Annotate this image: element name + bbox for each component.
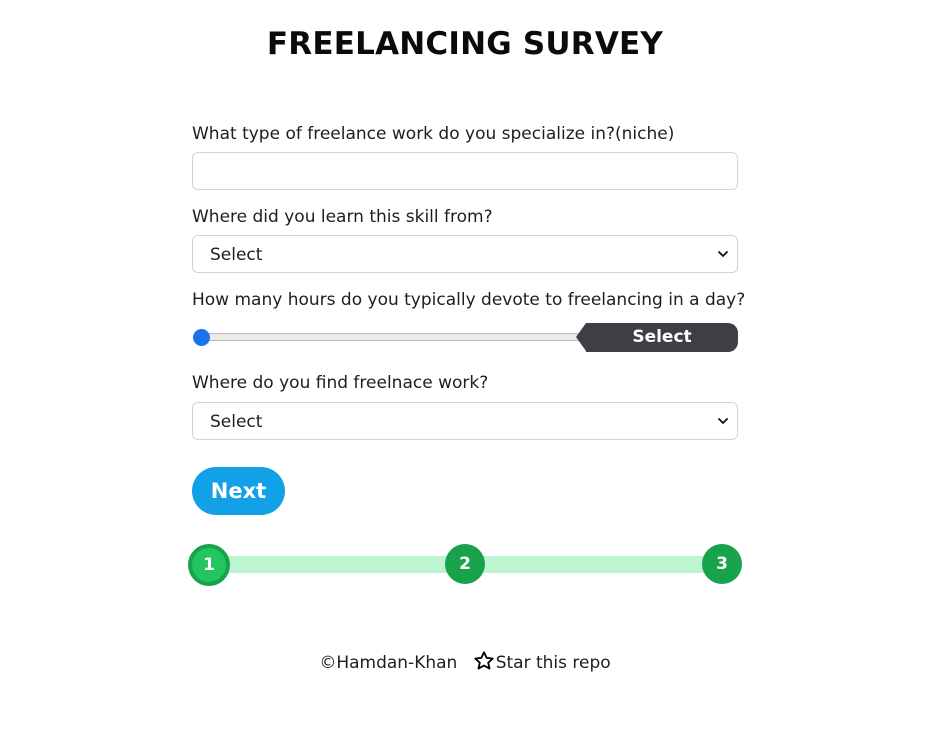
skill-source-selected-value: Select <box>210 245 263 265</box>
niche-input[interactable] <box>192 152 738 190</box>
q1-label: What type of freelance work do you speci… <box>192 124 675 144</box>
q4-label: Where do you find freelnace work? <box>192 373 489 393</box>
hours-slider-value-bubble: Select <box>576 323 738 352</box>
page-title: FREELANCING SURVEY <box>266 26 664 62</box>
work-source-selected-value: Select <box>210 412 263 432</box>
progress-step-1: 1 <box>188 544 230 586</box>
star-icon[interactable] <box>473 650 495 672</box>
progress-step-3: 3 <box>702 544 742 584</box>
work-source-select[interactable]: Select <box>192 402 738 440</box>
chevron-down-icon <box>718 418 728 424</box>
progress-step-2: 2 <box>445 544 485 584</box>
hours-slider-thumb[interactable] <box>193 329 210 346</box>
next-button[interactable]: Next <box>192 467 285 515</box>
q3-label: How many hours do you typically devote t… <box>192 290 746 310</box>
star-repo-link[interactable]: Star this repo <box>496 653 611 673</box>
hours-slider-track[interactable] <box>196 333 582 341</box>
footer-author-link[interactable]: ©Hamdan-Khan <box>319 653 457 673</box>
q2-label: Where did you learn this skill from? <box>192 207 493 227</box>
footer: ©Hamdan-Khan Star this repo <box>0 650 930 673</box>
skill-source-select[interactable]: Select <box>192 235 738 273</box>
chevron-down-icon <box>718 251 728 257</box>
